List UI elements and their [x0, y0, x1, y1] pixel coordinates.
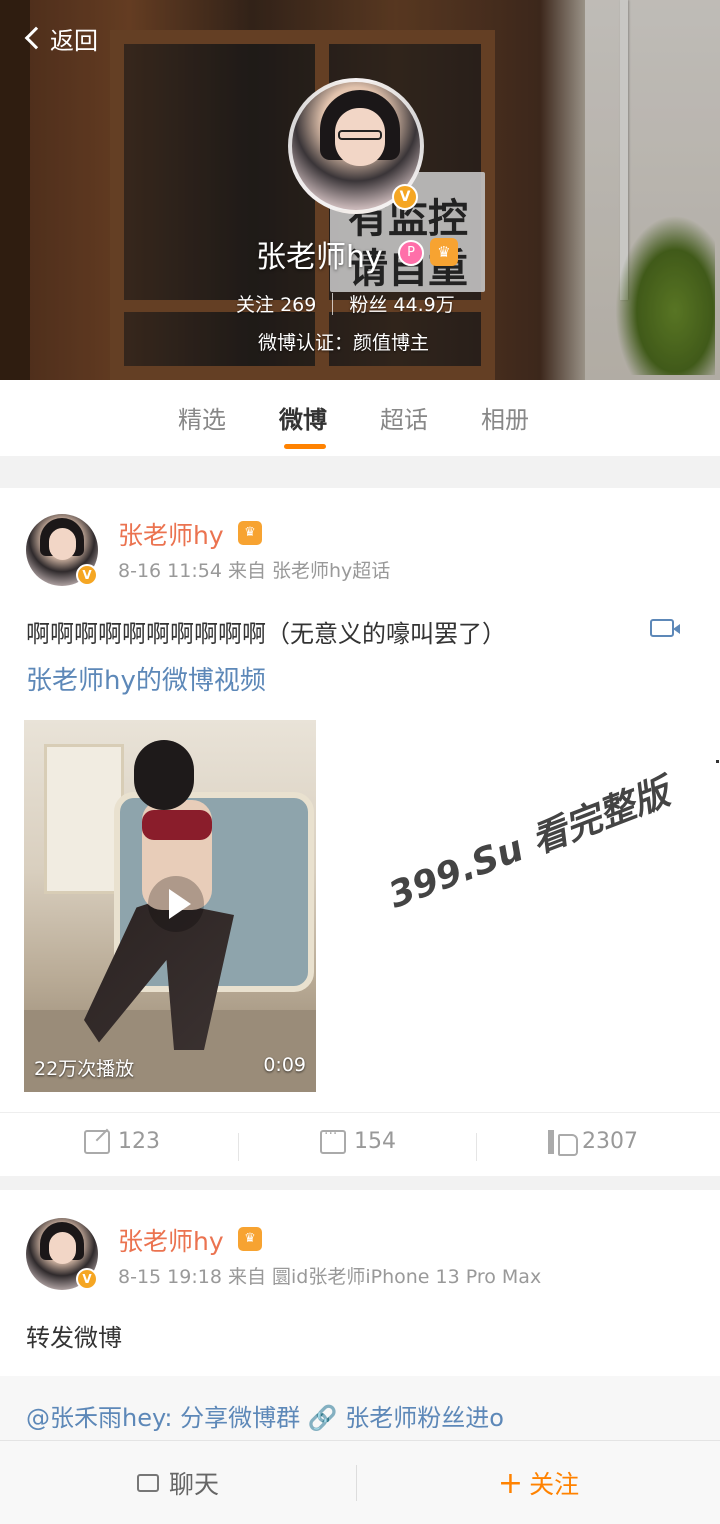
- crown-badge-icon[interactable]: ♛: [238, 521, 262, 545]
- stats-divider: [332, 292, 334, 315]
- back-button[interactable]: 返回: [24, 20, 98, 56]
- action-divider: [476, 1133, 477, 1161]
- crown-badge-icon[interactable]: ♛: [238, 1227, 262, 1251]
- post-meta: 8-16 11:54 来自 张老师hy超话: [118, 560, 391, 582]
- share-count: 123: [118, 1129, 160, 1154]
- chat-bubble-icon: [136, 1474, 159, 1492]
- like-count: 2307: [582, 1129, 638, 1154]
- chevron-left-icon: [24, 26, 48, 50]
- post-author[interactable]: 张老师hy: [118, 1222, 224, 1258]
- thumb-figure-head: [134, 740, 194, 810]
- edge-artifact: [716, 760, 719, 763]
- tab-album[interactable]: 相册: [481, 400, 529, 435]
- plus-icon: +: [497, 1465, 524, 1501]
- play-icon[interactable]: [148, 876, 204, 932]
- back-label: 返回: [50, 26, 98, 55]
- video-thumbnail[interactable]: 22万次播放 0:09: [24, 720, 316, 1092]
- repost-text[interactable]: @张禾雨hey: 分享微博群 🔗 张老师粉丝进o: [26, 1398, 504, 1433]
- active-tab-indicator: [284, 444, 326, 449]
- thumb-cabinet: [44, 744, 124, 894]
- tab-supertopic[interactable]: 超话: [380, 400, 428, 435]
- tab-weibo[interactable]: 微博: [279, 400, 327, 435]
- post-text: 啊啊啊啊啊啊啊啊啊啊（无意义的嚎叫罢了）: [26, 620, 506, 648]
- action-divider: [238, 1133, 239, 1161]
- profile-tabs: 精选 微博 超话 相册: [0, 380, 720, 456]
- following-count: 269: [280, 294, 317, 316]
- followers-count: 44.9万: [393, 294, 455, 316]
- profile-name: 张老师hy: [256, 240, 383, 275]
- share-button[interactable]: 123: [84, 1129, 160, 1154]
- avatar-face: [49, 528, 76, 560]
- member-badge-icon[interactable]: P: [398, 240, 424, 266]
- video-play-count: 22万次播放: [34, 1058, 135, 1080]
- chat-button[interactable]: 聊天: [0, 1441, 356, 1524]
- verification-text: 微博认证：颜值博主: [258, 332, 430, 354]
- post-meta: 8-15 19:18 来自 圜id张老师iPhone 13 Pro Max: [118, 1266, 542, 1288]
- post-actions: 123 154 2307: [0, 1112, 720, 1176]
- bottom-action-bar: 聊天 + 关注: [0, 1440, 720, 1524]
- avatar-face: [49, 1232, 76, 1264]
- verified-badge-icon: V: [76, 1268, 98, 1290]
- comment-count: 154: [354, 1129, 396, 1154]
- video-link[interactable]: 张老师hy的微博视频: [26, 660, 266, 697]
- video-duration: 0:09: [263, 1054, 306, 1076]
- comment-button[interactable]: 154: [320, 1126, 396, 1154]
- verified-badge-icon: V: [392, 184, 418, 210]
- thumb-figure-top: [142, 810, 212, 840]
- follow-stats: 关注 269 粉丝 44.9万: [236, 290, 455, 317]
- followers-stat[interactable]: 粉丝 44.9万: [349, 290, 454, 317]
- tab-featured[interactable]: 精选: [178, 400, 226, 435]
- follow-label: 关注: [529, 1470, 580, 1499]
- verified-badge-icon: V: [76, 564, 98, 586]
- like-button[interactable]: 2307: [548, 1129, 638, 1156]
- following-stat[interactable]: 关注 269: [236, 290, 316, 317]
- video-camera-icon[interactable]: [650, 619, 680, 637]
- thumbs-up-icon: [548, 1129, 578, 1156]
- followers-label: 粉丝: [349, 294, 388, 316]
- crown-badge-icon[interactable]: ♛: [430, 238, 458, 266]
- avatar-glasses: [338, 130, 382, 140]
- follow-button[interactable]: + 关注: [357, 1441, 720, 1524]
- comment-icon: [320, 1126, 346, 1154]
- post-text: 转发微博: [26, 1324, 122, 1352]
- post-author[interactable]: 张老师hy: [118, 516, 224, 552]
- share-icon: [84, 1129, 110, 1154]
- chat-label: 聊天: [168, 1470, 219, 1499]
- following-label: 关注: [236, 294, 275, 316]
